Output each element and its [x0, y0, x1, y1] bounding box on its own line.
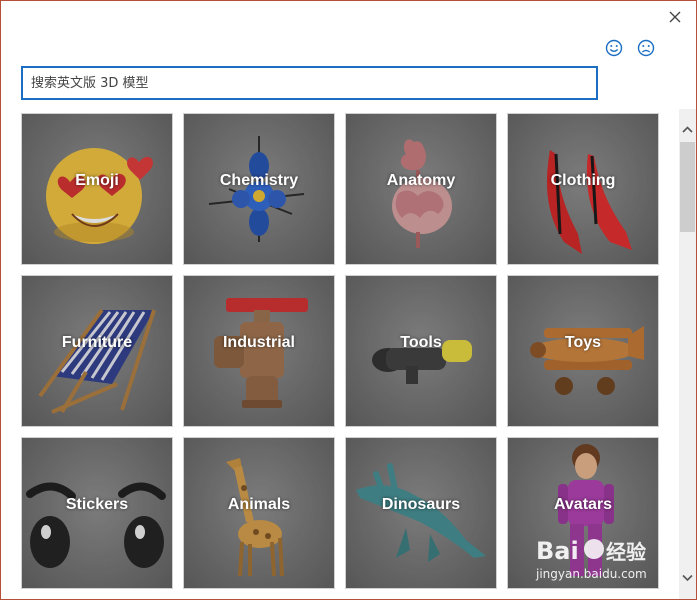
online-3d-models-dialog: Emoji Chemistry: [0, 0, 697, 600]
feedback-frown-button[interactable]: [636, 38, 656, 58]
vertical-scrollbar[interactable]: [679, 109, 696, 599]
search-box: [21, 66, 599, 100]
feedback-smile-button[interactable]: [604, 38, 624, 58]
category-tile-industrial[interactable]: Industrial: [183, 275, 335, 427]
category-tile-emoji[interactable]: Emoji: [21, 113, 173, 265]
category-tile-dinosaurs[interactable]: Dinosaurs: [345, 437, 497, 589]
chevron-up-icon: [682, 126, 693, 133]
category-label: Toys: [564, 334, 602, 351]
category-tile-avatars[interactable]: Avatars: [507, 437, 659, 589]
close-button[interactable]: [665, 7, 685, 27]
category-label: Dinosaurs: [381, 496, 461, 513]
category-tile-stickers[interactable]: Stickers: [21, 437, 173, 589]
chevron-down-icon: [682, 574, 693, 582]
category-label: Stickers: [65, 496, 129, 513]
category-tile-clothing[interactable]: Clothing: [507, 113, 659, 265]
category-label: Anatomy: [386, 172, 456, 189]
category-tile-animals[interactable]: Animals: [183, 437, 335, 589]
smile-icon: [605, 39, 623, 57]
category-grid: Emoji Chemistry Anatomy Clothing Furnitu…: [21, 113, 673, 599]
close-icon: [669, 11, 681, 23]
scroll-thumb[interactable]: [680, 142, 695, 232]
category-label: Emoji: [75, 172, 119, 189]
category-label: Animals: [227, 496, 291, 513]
category-label: Industrial: [222, 334, 295, 351]
scroll-up-button[interactable]: [679, 121, 696, 138]
category-tile-anatomy[interactable]: Anatomy: [345, 113, 497, 265]
category-tile-toys[interactable]: Toys: [507, 275, 659, 427]
search-input[interactable]: [23, 68, 599, 98]
category-label: Avatars: [553, 496, 613, 513]
category-label: Clothing: [550, 172, 616, 189]
category-tile-tools[interactable]: Tools: [345, 275, 497, 427]
category-label: Chemistry: [219, 172, 299, 189]
category-tile-furniture[interactable]: Furniture: [21, 275, 173, 427]
category-label: Furniture: [61, 334, 133, 351]
frown-icon: [637, 39, 655, 57]
scroll-down-button[interactable]: [679, 569, 696, 586]
category-label: Tools: [400, 334, 442, 351]
category-tile-chemistry[interactable]: Chemistry: [183, 113, 335, 265]
